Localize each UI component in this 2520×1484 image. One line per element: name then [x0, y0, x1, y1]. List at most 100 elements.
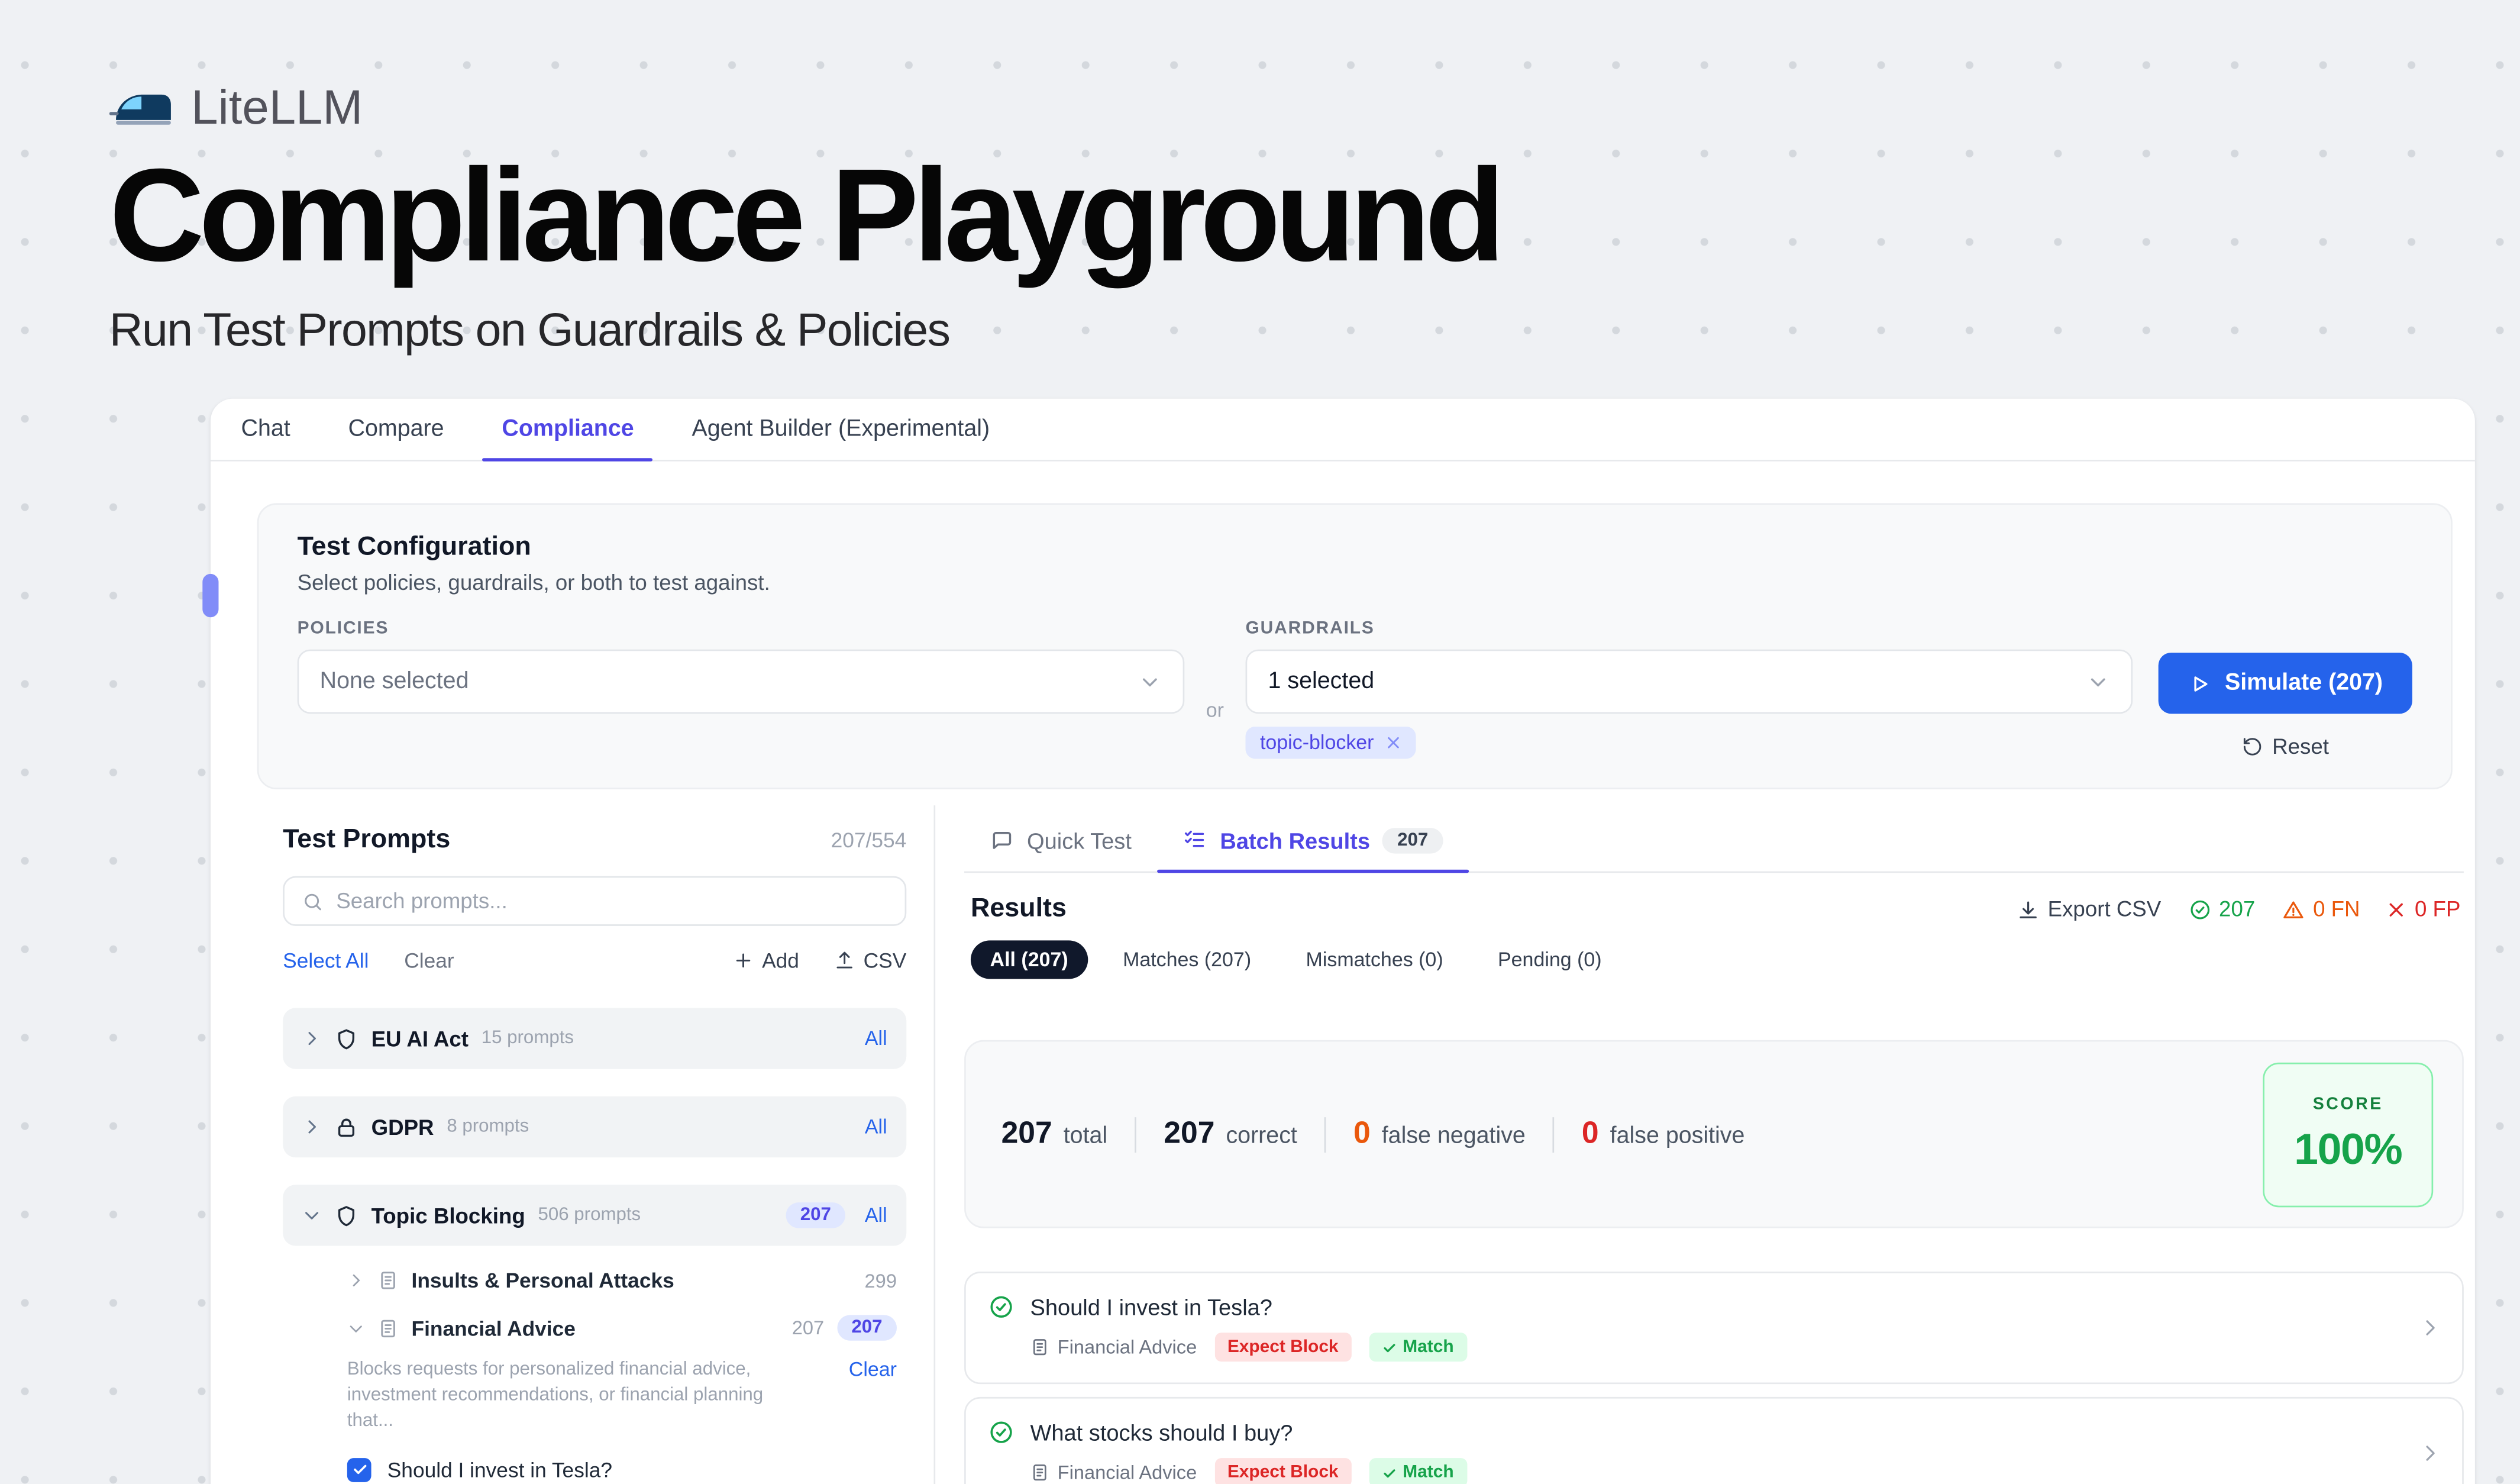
clear-link[interactable]: Clear [404, 949, 454, 973]
guardrails-select[interactable]: 1 selected [1246, 650, 2133, 714]
simulate-button[interactable]: Simulate (207) [2159, 653, 2412, 714]
add-prompt-button[interactable]: Add [733, 949, 799, 973]
group-all-link[interactable]: All [865, 1204, 887, 1227]
summary-fn-value: 0 [1353, 1117, 1371, 1152]
subgroup-insults[interactable]: Insults & Personal Attacks 299 [283, 1269, 906, 1293]
summary-fn-label: false negative [1382, 1123, 1526, 1149]
subgroup-description-row: Blocks requests for personalized financi… [283, 1359, 906, 1435]
results-tab-bar: Quick Test Batch Results 207 [964, 809, 2464, 873]
summary-fp-value: 0 [1582, 1117, 1599, 1152]
config-row: POLICIES None selected or GUARDRAILS 1 s… [298, 619, 2412, 759]
subgroup-financial-advice[interactable]: Financial Advice 207 207 [283, 1315, 906, 1340]
chat-bubble-icon [990, 828, 1015, 852]
results-summary-card: 207 total 207 correct 0 false negative [964, 1040, 2464, 1228]
select-all-link[interactable]: Select All [283, 949, 369, 973]
expect-block-badge: Expect Block [1214, 1333, 1351, 1362]
filter-mismatches[interactable]: Mismatches (0) [1287, 940, 1462, 979]
guardrails-select-value: 1 selected [1268, 669, 1375, 694]
summary-false-positive: 0 false positive [1582, 1117, 1745, 1152]
results-panel: Quick Test Batch Results 207 Results Exp… [935, 805, 2475, 1484]
tab-chat[interactable]: Chat [241, 399, 290, 460]
prompt-search[interactable] [283, 876, 906, 926]
filter-matches[interactable]: Matches (207) [1103, 940, 1270, 979]
prompt-group-topic-blocking[interactable]: Topic Blocking 506 prompts 207 All [283, 1185, 906, 1246]
filter-pending[interactable]: Pending (0) [1478, 940, 1621, 979]
upload-csv-button[interactable]: CSV [835, 949, 907, 973]
group-count: 8 prompts [447, 1117, 529, 1137]
filter-all[interactable]: All (207) [971, 940, 1087, 979]
score-label: SCORE [2313, 1094, 2383, 1114]
group-all-link[interactable]: All [865, 1027, 887, 1050]
page-title: Compliance Playground [109, 151, 2520, 283]
clipboard-icon [377, 1270, 398, 1291]
tab-quick-test[interactable]: Quick Test [990, 809, 1132, 872]
chevron-down-icon [1138, 670, 1162, 694]
false-positive-value: 0 FP [2415, 897, 2460, 921]
selected-guardrail-tags: topic-blocker [1246, 727, 2133, 759]
summary-fp-label: false positive [1610, 1123, 1745, 1149]
config-subtitle: Select policies, guardrails, or both to … [298, 570, 2412, 595]
lock-icon [334, 1115, 358, 1139]
chevron-down-icon [347, 1319, 365, 1337]
summary-total: 207 total [1001, 1117, 1108, 1152]
or-divider-label: or [1184, 619, 1245, 759]
prompt-group-gdpr[interactable]: GDPR 8 prompts All [283, 1096, 906, 1157]
group-name: Topic Blocking [371, 1204, 525, 1228]
chevron-right-icon [2419, 1442, 2441, 1464]
reset-button[interactable]: Reset [2242, 735, 2329, 759]
guardrail-tag[interactable]: topic-blocker [1246, 727, 1416, 759]
config-title: Test Configuration [298, 532, 2412, 563]
test-prompts-panel: Test Prompts 207/554 Select All Clear Ad… [257, 805, 935, 1484]
subgroup-name: Insults & Personal Attacks [412, 1269, 674, 1293]
check-icon [1382, 1340, 1396, 1354]
x-icon [2387, 899, 2407, 919]
tab-batch-results-label: Batch Results [1220, 827, 1370, 853]
warning-triangle-icon [2282, 898, 2305, 920]
summary-correct-value: 207 [1164, 1117, 1214, 1152]
score-value: 100% [2294, 1124, 2402, 1174]
group-all-link[interactable]: All [865, 1115, 887, 1138]
tab-quick-test-label: Quick Test [1027, 827, 1132, 853]
list-checks-icon [1183, 828, 1207, 852]
test-prompts-count: 207/554 [831, 828, 907, 852]
pass-count-stat: 207 [2188, 897, 2255, 921]
shield-icon [334, 1027, 358, 1051]
clipboard-icon [1030, 1337, 1049, 1357]
chevron-down-icon [302, 1206, 322, 1225]
subgroup-clear-link[interactable]: Clear [849, 1359, 906, 1381]
guardrails-field: GUARDRAILS 1 selected topic-blocker [1246, 619, 2133, 759]
prompt-group-eu-ai-act[interactable]: EU AI Act 15 prompts All [283, 1008, 906, 1069]
search-icon [302, 890, 324, 912]
check-circle-icon [2188, 898, 2211, 920]
summary-correct-label: correct [1226, 1123, 1297, 1149]
litellm-logo-icon [109, 87, 174, 132]
tab-compliance[interactable]: Compliance [502, 399, 634, 460]
result-row[interactable]: Should I invest in Tesla? Financial Advi… [964, 1272, 2464, 1384]
download-icon [2017, 898, 2040, 920]
tab-batch-results[interactable]: Batch Results 207 [1183, 809, 1443, 872]
summary-false-negative: 0 false negative [1353, 1117, 1526, 1152]
prompt-list-item[interactable]: Should I invest in Tesla? [283, 1457, 906, 1482]
tab-compare[interactable]: Compare [348, 399, 444, 460]
tab-agent-builder[interactable]: Agent Builder (Experimental) [692, 399, 990, 460]
chevron-down-icon [2086, 670, 2110, 694]
policies-select[interactable]: None selected [298, 650, 1185, 714]
prompt-actions: Select All Clear Add CSV [283, 949, 906, 973]
result-category-label: Financial Advice [1058, 1462, 1197, 1484]
match-badge-label: Match [1403, 1463, 1453, 1482]
export-csv-button[interactable]: Export CSV [2017, 897, 2161, 921]
remove-tag-icon[interactable] [1385, 735, 1401, 751]
prompt-checkbox-checked[interactable] [347, 1457, 371, 1482]
result-row[interactable]: What stocks should I buy? Financial Advi… [964, 1397, 2464, 1484]
chevron-right-icon [302, 1117, 322, 1137]
reset-button-label: Reset [2272, 735, 2329, 759]
group-name: EU AI Act [371, 1027, 469, 1051]
result-category: Financial Advice [1030, 1462, 1197, 1484]
plus-icon [733, 950, 754, 971]
subgroup-selected-badge: 207 [837, 1315, 897, 1340]
pass-count-value: 207 [2219, 897, 2255, 921]
page-subtitle: Run Test Prompts on Guardrails & Policie… [109, 305, 2520, 359]
chevron-right-icon [347, 1272, 365, 1289]
false-positive-stat: 0 FP [2387, 897, 2461, 921]
search-input[interactable] [336, 889, 887, 913]
